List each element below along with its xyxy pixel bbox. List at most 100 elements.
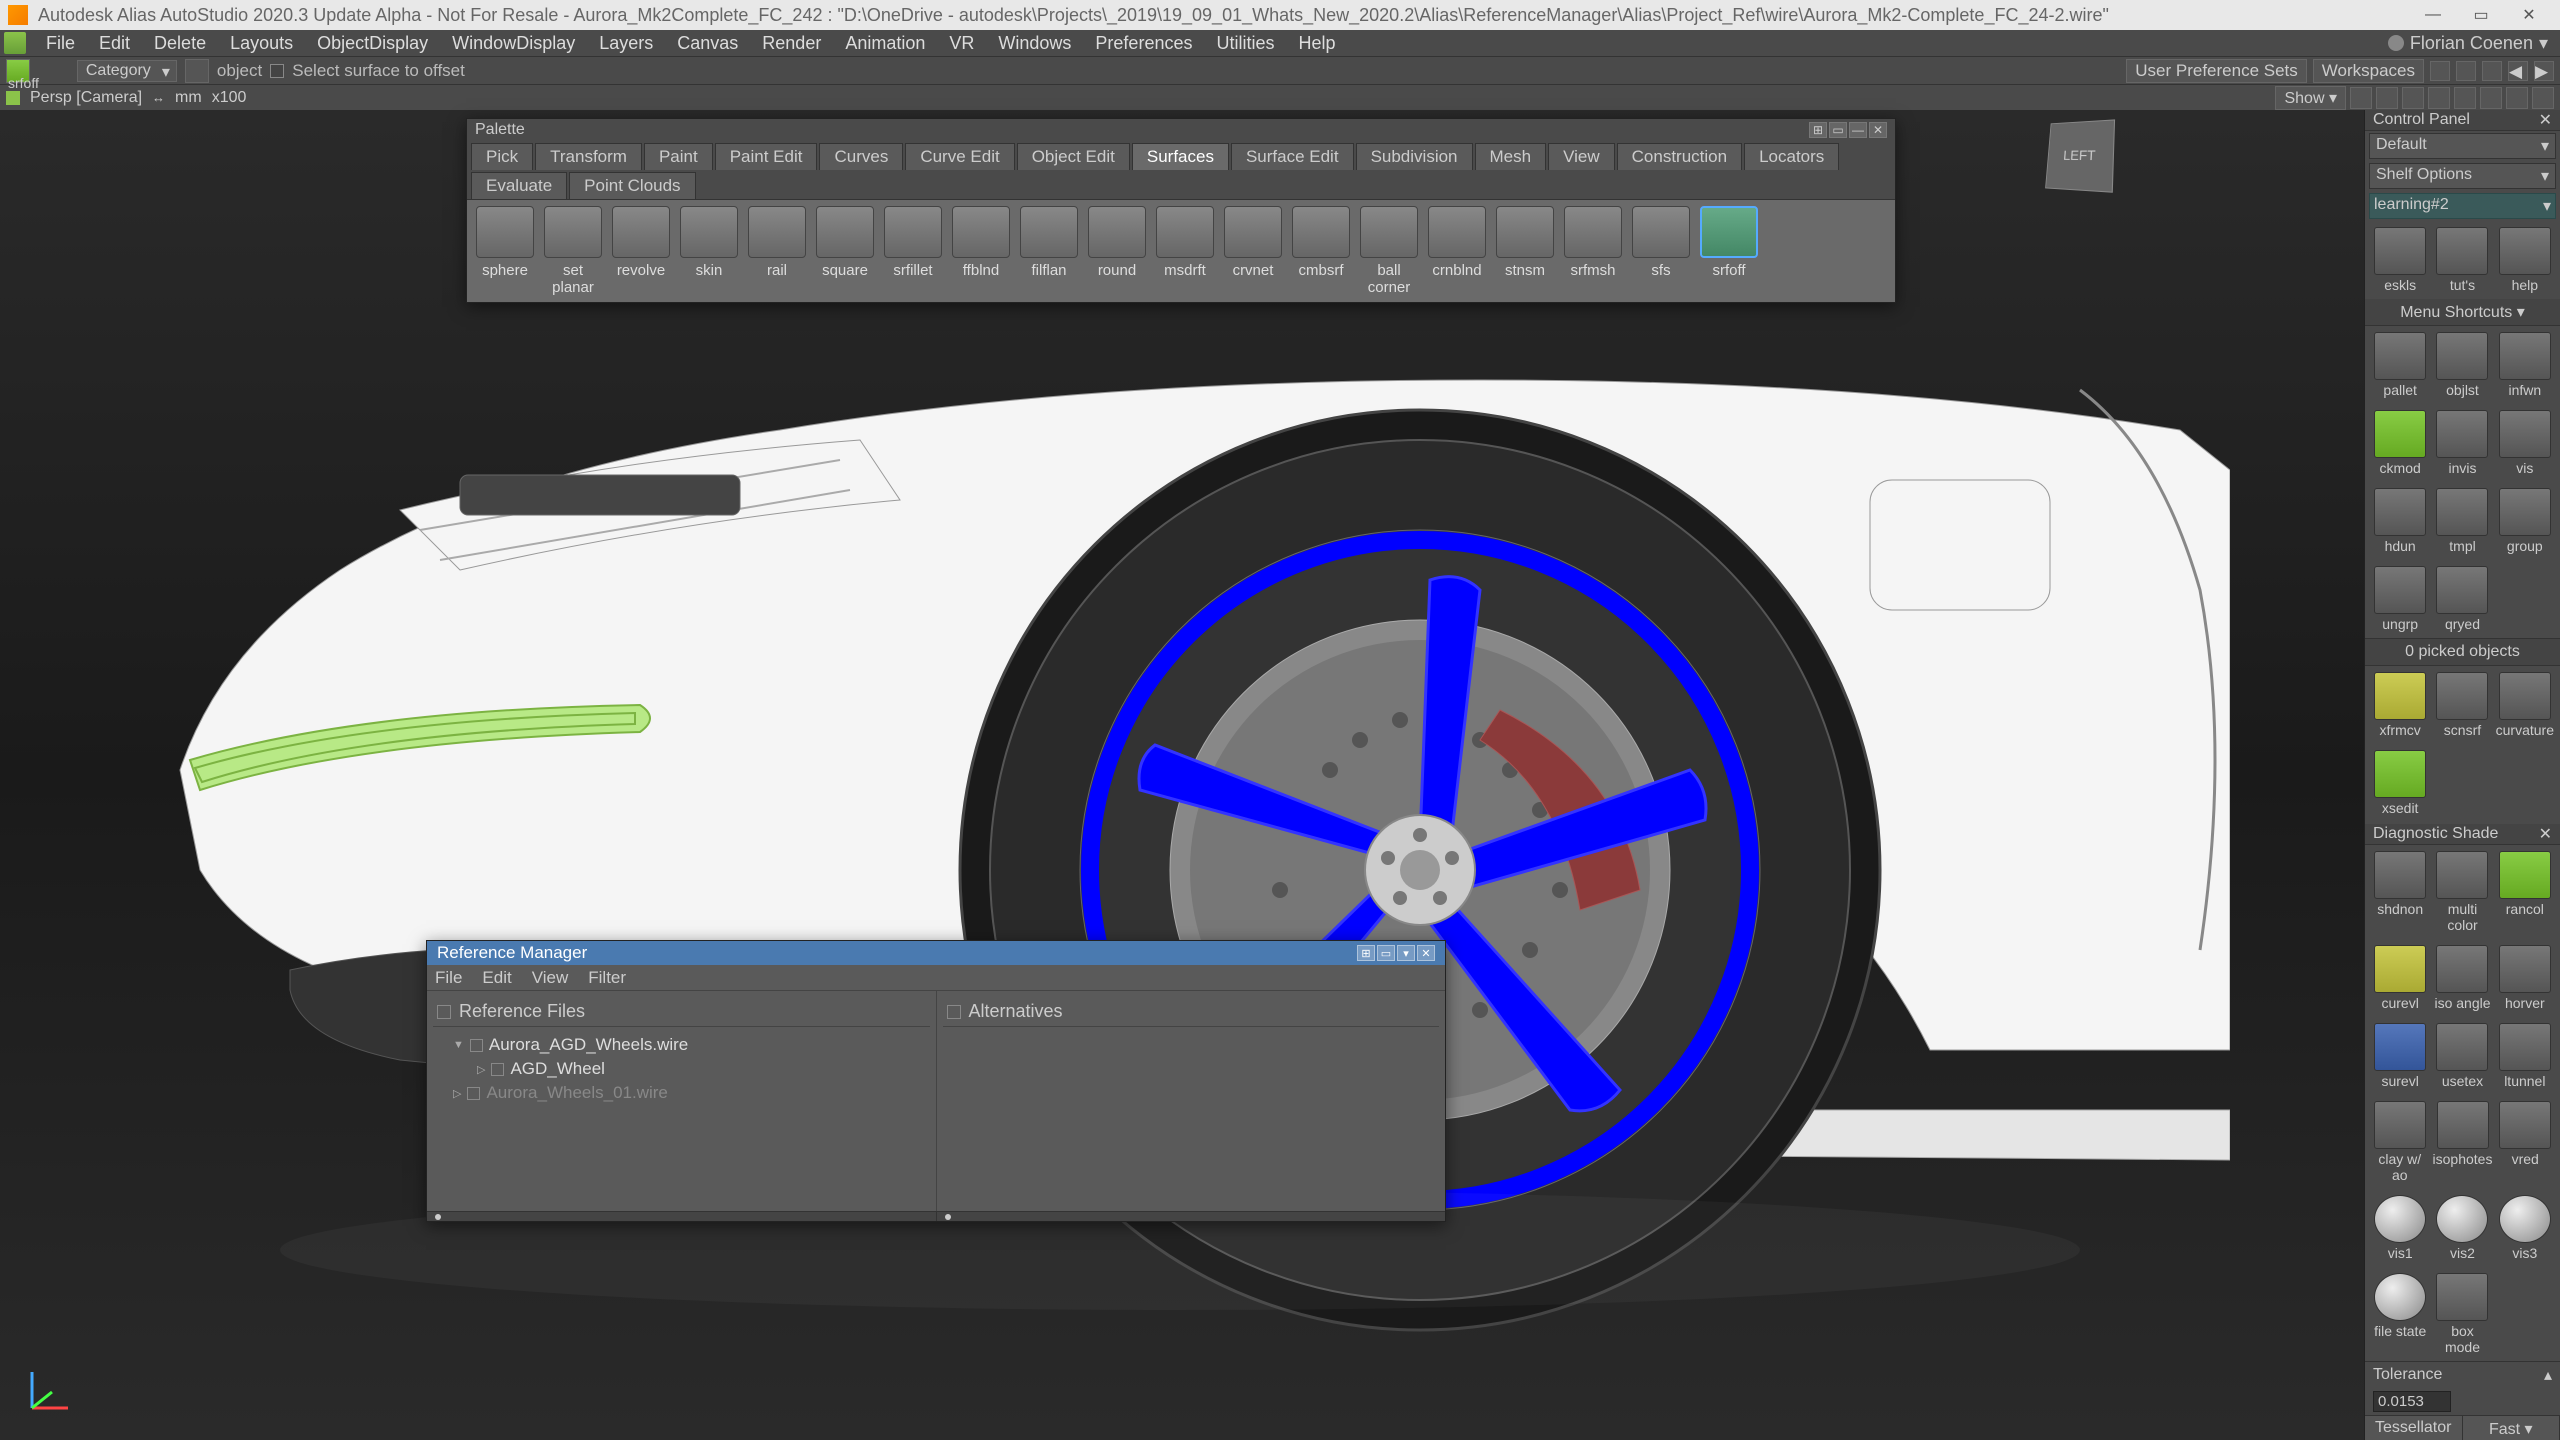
cp-tool-xsedit[interactable]: xsedit	[2371, 750, 2429, 816]
palette-tab-curves[interactable]: Curves	[819, 143, 903, 170]
menu-shortcuts-header[interactable]: Menu Shortcuts ▾	[2365, 299, 2560, 326]
cp-tool-ungrp[interactable]: ungrp	[2371, 566, 2429, 632]
menu-canvas[interactable]: Canvas	[665, 30, 750, 56]
pref-sets-button[interactable]: User Preference Sets	[2126, 59, 2307, 83]
vp-icon-1[interactable]	[2350, 87, 2372, 109]
palette-tab-construction[interactable]: Construction	[1617, 143, 1742, 170]
expand-icon[interactable]: ▼	[453, 1039, 464, 1051]
expand-icon[interactable]: ▷	[453, 1087, 461, 1100]
vp-icon-4[interactable]	[2428, 87, 2450, 109]
layout-icon-5[interactable]: ▶	[2534, 61, 2554, 81]
cp-tool-clay w/ ao[interactable]: clay w/ ao	[2371, 1101, 2429, 1183]
fast-button[interactable]: Fast ▾	[2463, 1416, 2560, 1440]
tool-cmbsrf[interactable]: cmbsrf	[1289, 206, 1353, 296]
tool-filflan[interactable]: filflan	[1017, 206, 1081, 296]
axis-gizmo-icon[interactable]	[20, 1360, 80, 1420]
tool-crnblnd[interactable]: crnblnd	[1425, 206, 1489, 296]
menu-help[interactable]: Help	[1287, 30, 1348, 56]
cp-tool-vis[interactable]: vis	[2496, 410, 2554, 476]
close-button[interactable]: ✕	[2506, 1, 2552, 29]
vp-icon-3[interactable]	[2402, 87, 2424, 109]
ref-checkbox[interactable]	[470, 1039, 483, 1052]
tool-round[interactable]: round	[1085, 206, 1149, 296]
3d-viewport[interactable]: LEFT	[0, 110, 2364, 1440]
palette-tab-object-edit[interactable]: Object Edit	[1017, 143, 1130, 170]
cp-tool-rancol[interactable]: rancol	[2496, 851, 2554, 933]
user-dropdown-icon[interactable]: ▾	[2539, 33, 2548, 54]
palette-tab-transform[interactable]: Transform	[535, 143, 642, 170]
vp-icon-6[interactable]	[2480, 87, 2502, 109]
select-checkbox[interactable]	[270, 64, 284, 78]
vp-icon-7[interactable]	[2506, 87, 2528, 109]
cp-tool-vis3[interactable]: vis3	[2496, 1195, 2554, 1261]
preset-dropdown[interactable]: Default▾	[2369, 133, 2556, 159]
menu-layers[interactable]: Layers	[587, 30, 665, 56]
menu-file[interactable]: File	[34, 30, 87, 56]
cp-tool-help[interactable]: help	[2496, 227, 2554, 293]
tool-square[interactable]: square	[813, 206, 877, 296]
tessellator-button[interactable]: Tessellator	[2365, 1416, 2463, 1440]
cp-tool-xfrmcv[interactable]: xfrmcv	[2371, 672, 2429, 738]
vp-icon-2[interactable]	[2376, 87, 2398, 109]
cp-tool-objlst[interactable]: objlst	[2433, 332, 2491, 398]
cp-tool-vis2[interactable]: vis2	[2433, 1195, 2491, 1261]
cp-tool-group[interactable]: group	[2496, 488, 2554, 554]
tool-rail[interactable]: rail	[745, 206, 809, 296]
menu-windows[interactable]: Windows	[986, 30, 1083, 56]
cp-tool-tmpl[interactable]: tmpl	[2433, 488, 2491, 554]
ref-item[interactable]: ▼Aurora_AGD_Wheels.wire	[433, 1033, 930, 1057]
palette-opt2-icon[interactable]: ▭	[1829, 122, 1847, 138]
cp-tool-curevl[interactable]: curevl	[2371, 945, 2429, 1011]
category-dropdown[interactable]: Category	[77, 60, 177, 82]
palette-tab-point-clouds[interactable]: Point Clouds	[569, 172, 695, 199]
palette-tab-mesh[interactable]: Mesh	[1475, 143, 1547, 170]
tool-srfillet[interactable]: srfillet	[881, 206, 945, 296]
palette-tab-curve-edit[interactable]: Curve Edit	[905, 143, 1014, 170]
cp-tool-ckmod[interactable]: ckmod	[2371, 410, 2429, 476]
cp-tool-curvature[interactable]: curvature	[2496, 672, 2554, 738]
palette-tab-locators[interactable]: Locators	[1744, 143, 1839, 170]
cp-tool-tut's[interactable]: tut's	[2433, 227, 2491, 293]
menu-vr[interactable]: VR	[937, 30, 986, 56]
menu-windowdisplay[interactable]: WindowDisplay	[440, 30, 587, 56]
palette-opt1-icon[interactable]: ⊞	[1809, 122, 1827, 138]
palette-tab-paint[interactable]: Paint	[644, 143, 713, 170]
layout-icon-4[interactable]: ◀	[2508, 61, 2528, 81]
ref-item[interactable]: ▷AGD_Wheel	[433, 1057, 930, 1081]
cp-tool-infwn[interactable]: infwn	[2496, 332, 2554, 398]
refmgr-menu-filter[interactable]: Filter	[588, 968, 626, 988]
expand-icon[interactable]: ▷	[477, 1063, 485, 1076]
cp-tool-vred[interactable]: vred	[2496, 1101, 2554, 1183]
cp-tool-file state[interactable]: file state	[2371, 1273, 2429, 1355]
menu-preferences[interactable]: Preferences	[1083, 30, 1204, 56]
menu-utilities[interactable]: Utilities	[1204, 30, 1286, 56]
palette-tab-surface-edit[interactable]: Surface Edit	[1231, 143, 1354, 170]
maximize-button[interactable]: ▭	[2458, 1, 2504, 29]
refmgr-menu-file[interactable]: File	[435, 968, 462, 988]
control-panel-close-icon[interactable]: ✕	[2539, 110, 2552, 130]
cp-tool-shdnon[interactable]: shdnon	[2371, 851, 2429, 933]
reffiles-checkbox[interactable]	[437, 1005, 451, 1019]
palette-tab-paint-edit[interactable]: Paint Edit	[715, 143, 818, 170]
camera-label[interactable]: Persp [Camera]	[30, 89, 142, 107]
palette-tab-view[interactable]: View	[1548, 143, 1615, 170]
tool-stnsm[interactable]: stnsm	[1493, 206, 1557, 296]
refmgr-close-icon[interactable]: ✕	[1417, 945, 1435, 961]
tool-ball corner[interactable]: ball corner	[1357, 206, 1421, 296]
user-name[interactable]: Florian Coenen	[2410, 33, 2533, 54]
shelf-selector[interactable]: learning#2▾	[2369, 193, 2556, 219]
menu-delete[interactable]: Delete	[142, 30, 218, 56]
tolerance-input[interactable]	[2373, 1391, 2451, 1412]
diag-close-icon[interactable]: ✕	[2539, 824, 2552, 844]
alias-logo-icon[interactable]	[4, 32, 26, 54]
tool-msdrft[interactable]: msdrft	[1153, 206, 1217, 296]
tool-sphere[interactable]: sphere	[473, 206, 537, 296]
menu-render[interactable]: Render	[750, 30, 833, 56]
vp-icon-5[interactable]	[2454, 87, 2476, 109]
refmgr-opt3-icon[interactable]: ▾	[1397, 945, 1415, 961]
refmgr-opt1-icon[interactable]: ⊞	[1357, 945, 1375, 961]
shelf-options-dropdown[interactable]: Shelf Options▾	[2369, 163, 2556, 189]
palette-tab-evaluate[interactable]: Evaluate	[471, 172, 567, 199]
cp-tool-multi color[interactable]: multi color	[2433, 851, 2491, 933]
tolerance-collapse-icon[interactable]: ▴	[2544, 1365, 2552, 1385]
